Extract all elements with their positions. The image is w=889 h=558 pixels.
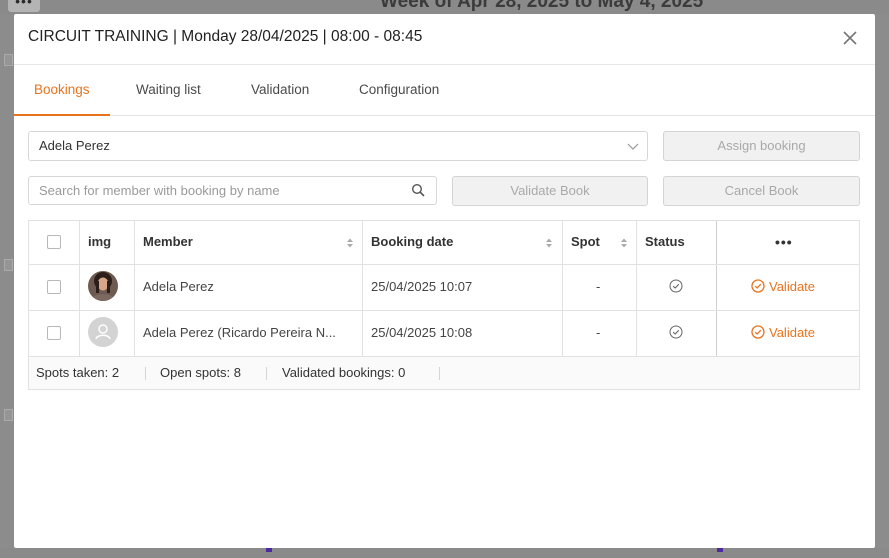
table-footer: Spots taken: 2 Open spots: 8 Validated b…: [29, 356, 859, 389]
spot-value: -: [596, 279, 601, 294]
check-circle-icon: [751, 325, 765, 339]
member-name: Adela Perez: [143, 279, 214, 294]
assign-booking-button[interactable]: Assign booking: [663, 131, 860, 161]
close-icon: [843, 31, 857, 45]
more-actions-menu[interactable]: •••: [775, 221, 793, 264]
background-marker: [717, 548, 723, 552]
validate-button[interactable]: Validate: [751, 277, 815, 297]
more-dots-icon: •••: [8, 0, 40, 12]
validate-label: Validate: [769, 325, 816, 340]
background-header: ••• Week of Apr 28, 2025 to May 4, 2025: [0, 0, 889, 14]
member-select[interactable]: Adela Perez: [28, 131, 648, 161]
column-header-img: img: [88, 234, 112, 249]
column-header-member[interactable]: Member: [143, 221, 193, 264]
column-header-booking-date[interactable]: Booking date: [371, 221, 453, 264]
tab-bar: Bookings Waiting list Validation Configu…: [14, 66, 875, 116]
spot-value: -: [596, 325, 601, 340]
avatar: [88, 271, 118, 301]
row-checkbox[interactable]: [47, 326, 61, 340]
spots-taken: Spots taken: 2: [36, 365, 120, 380]
background-left-strip: [0, 14, 14, 548]
week-title: Week of Apr 28, 2025 to May 4, 2025: [380, 0, 704, 12]
validate-button[interactable]: Validate: [751, 323, 815, 343]
booking-modal: CIRCUIT TRAINING | Monday 28/04/2025 | 0…: [14, 14, 875, 548]
cancel-book-button[interactable]: Cancel Book: [663, 176, 860, 206]
background-right-strip: [875, 14, 889, 548]
validate-book-button[interactable]: Validate Book: [452, 176, 648, 206]
select-all-checkbox[interactable]: [47, 235, 61, 249]
sort-icon[interactable]: [545, 237, 553, 249]
column-header-status: Status: [645, 234, 685, 249]
tab-configuration[interactable]: Configuration: [339, 66, 459, 116]
background-marker: [266, 548, 272, 552]
status-check-icon: [669, 279, 683, 293]
validate-label: Validate: [769, 279, 816, 294]
avatar-placeholder-icon: [88, 317, 118, 347]
modal-header: CIRCUIT TRAINING | Monday 28/04/2025 | 0…: [14, 14, 875, 65]
search-input[interactable]: [28, 176, 437, 205]
sort-icon[interactable]: [620, 237, 628, 249]
modal-title: CIRCUIT TRAINING | Monday 28/04/2025 | 0…: [28, 28, 423, 45]
check-circle-icon: [751, 279, 765, 293]
member-select-value: Adela Perez: [39, 138, 110, 153]
status-check-icon: [669, 325, 683, 339]
search-icon[interactable]: [411, 183, 426, 198]
sort-icon[interactable]: [346, 237, 354, 249]
member-name: Adela Perez (Ricardo Pereira N...: [143, 325, 336, 340]
booking-date: 25/04/2025 10:07: [371, 279, 473, 294]
tab-waiting-list[interactable]: Waiting list: [116, 66, 221, 116]
open-spots: Open spots: 8: [160, 365, 241, 380]
tab-bookings[interactable]: Bookings: [14, 66, 110, 116]
chevron-down-icon: [627, 143, 639, 150]
close-button[interactable]: [840, 28, 860, 48]
validated-bookings: Validated bookings: 0: [282, 365, 406, 380]
column-header-spot[interactable]: Spot: [571, 221, 600, 264]
booking-date: 25/04/2025 10:08: [371, 325, 473, 340]
bookings-table: img Member Booking date Spot Status •••: [28, 220, 860, 390]
row-checkbox[interactable]: [47, 280, 61, 294]
tab-validation[interactable]: Validation: [231, 66, 329, 116]
background-footer: [0, 548, 889, 558]
